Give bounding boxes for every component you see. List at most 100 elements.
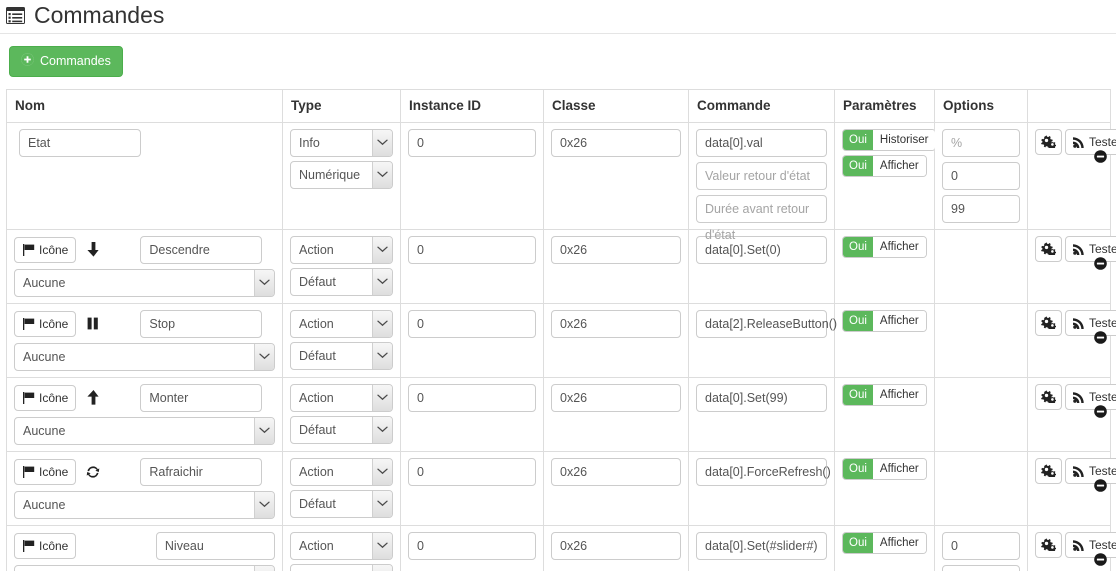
toggle-afficher[interactable]: Oui Afficher: [842, 383, 927, 406]
classe-input[interactable]: 0x26: [551, 457, 681, 486]
configure-button[interactable]: [1035, 235, 1062, 262]
option-input-2[interactable]: 99: [942, 194, 1020, 223]
refresh-icon: [85, 465, 101, 479]
cell-nom: Icône Monter Aucune: [6, 377, 283, 452]
subtype-select[interactable]: Défaut: [290, 267, 393, 296]
icone-button[interactable]: Icône: [14, 458, 77, 485]
commande-input[interactable]: data[2].ReleaseButton(): [696, 309, 837, 338]
cell-actions: Tester: [1027, 122, 1116, 230]
type-select[interactable]: Action: [290, 457, 393, 486]
subtype-select[interactable]: Défaut: [290, 415, 393, 444]
toggle-historiser[interactable]: Oui Historiser: [842, 128, 937, 151]
toggle-state: Oui: [843, 129, 873, 150]
type-select[interactable]: Info: [290, 128, 393, 157]
tester-button[interactable]: Tester: [1065, 128, 1116, 155]
name-input[interactable]: Etat: [19, 128, 141, 157]
cell-instance-id: 0: [400, 229, 544, 304]
name-input[interactable]: Stop: [140, 309, 263, 338]
commande-input[interactable]: data[0].Set(#slider#): [696, 531, 827, 560]
toggle-afficher[interactable]: Oui Afficher: [842, 309, 927, 332]
table-body: Etat Info Numérique 0 0x26 data[0].val Valeur …: [6, 122, 1116, 571]
type-select[interactable]: Action: [290, 383, 393, 412]
commande-input[interactable]: data[0].ForceRefresh(): [696, 457, 831, 486]
instance-id-input[interactable]: 0: [408, 309, 536, 338]
remove-commande-button[interactable]: [1094, 552, 1107, 566]
toggle-label: Afficher: [872, 310, 926, 331]
configure-button[interactable]: [1035, 531, 1062, 558]
commande-input[interactable]: data[0].val: [696, 128, 827, 157]
subtype-select[interactable]: Défaut: [290, 341, 393, 370]
remove-commande-button[interactable]: [1094, 404, 1107, 418]
icone-button[interactable]: Icône: [14, 236, 77, 263]
icone-button[interactable]: Icône: [14, 310, 77, 337]
tester-button[interactable]: Tester: [1065, 383, 1116, 410]
type-select[interactable]: Action: [290, 309, 393, 338]
nom-sub-select-value: Aucune: [23, 497, 66, 512]
cell-parametres: Oui Afficher: [834, 377, 935, 452]
add-commande-button[interactable]: Commandes: [9, 46, 123, 77]
toggle-afficher[interactable]: Oui Afficher: [842, 531, 927, 554]
nom-sub-select[interactable]: Aucune: [14, 490, 275, 519]
minus-circle-icon: [1094, 404, 1107, 418]
tester-button[interactable]: Tester: [1065, 457, 1116, 484]
nom-sub-select[interactable]: Aucune: [14, 342, 275, 371]
classe-input[interactable]: 0x26: [551, 531, 681, 560]
classe-input[interactable]: 0x26: [551, 309, 681, 338]
configure-button[interactable]: [1035, 457, 1062, 484]
classe-input[interactable]: 0x26: [551, 128, 681, 157]
option-input-1[interactable]: 99: [942, 564, 1020, 571]
subtype-select[interactable]: Défaut: [290, 489, 393, 518]
tester-button[interactable]: Tester: [1065, 309, 1116, 336]
subtype-select[interactable]: Numérique: [290, 160, 393, 189]
chevron-down-icon: [254, 417, 274, 444]
type-select[interactable]: Action: [290, 235, 393, 264]
flag-icon: [22, 465, 35, 478]
toggle-state: Oui: [843, 155, 873, 176]
signal-rss-icon: [1073, 136, 1085, 148]
name-input[interactable]: Rafraichir: [140, 457, 263, 486]
instance-id-input[interactable]: 0: [408, 531, 536, 560]
option-input-0[interactable]: 0: [942, 531, 1020, 560]
name-input[interactable]: Monter: [140, 383, 263, 412]
nom-sub-select[interactable]: Etat: [14, 564, 275, 571]
configure-button[interactable]: [1035, 383, 1062, 410]
cell-nom: Icône Niveau Etat: [6, 525, 283, 571]
toggle-afficher[interactable]: Oui Afficher: [842, 235, 927, 258]
commande-extra-input-0[interactable]: Valeur retour d'état: [696, 161, 827, 190]
subtype-select[interactable]: Curseur: [290, 563, 393, 571]
cell-type: Action Défaut: [282, 377, 401, 452]
cell-options: [934, 377, 1028, 452]
configure-button[interactable]: [1035, 309, 1062, 336]
toggle-afficher[interactable]: Oui Afficher: [842, 154, 927, 177]
cell-actions: Tester: [1027, 377, 1116, 452]
classe-input[interactable]: 0x26: [551, 235, 681, 264]
name-input[interactable]: Niveau: [155, 531, 275, 560]
instance-id-input[interactable]: 0: [408, 235, 536, 264]
classe-input[interactable]: 0x26: [551, 383, 681, 412]
instance-id-input[interactable]: 0: [408, 128, 536, 157]
tester-button[interactable]: Tester: [1065, 235, 1116, 262]
column-header-commande: Commande: [688, 88, 835, 123]
name-input[interactable]: Descendre: [140, 235, 263, 264]
commande-extra-input-1[interactable]: Durée avant retour d'état: [696, 194, 827, 242]
nom-sub-select[interactable]: Aucune: [14, 268, 275, 297]
icone-button[interactable]: Icône: [14, 532, 77, 559]
instance-id-input[interactable]: 0: [408, 383, 536, 412]
option-input-1[interactable]: 0: [942, 161, 1020, 190]
nom-sub-select[interactable]: Aucune: [14, 416, 275, 445]
tester-button[interactable]: Tester: [1065, 531, 1116, 558]
flag-icon: [22, 391, 35, 404]
icone-button[interactable]: Icône: [14, 384, 77, 411]
commande-input[interactable]: data[0].Set(0): [696, 235, 827, 264]
commande-input[interactable]: data[0].Set(99): [696, 383, 827, 412]
instance-id-input[interactable]: 0: [408, 457, 536, 486]
toggle-afficher[interactable]: Oui Afficher: [842, 457, 927, 480]
configure-button[interactable]: [1035, 128, 1062, 155]
type-select[interactable]: Action: [290, 531, 393, 560]
remove-commande-button[interactable]: [1094, 478, 1107, 492]
remove-commande-button[interactable]: [1094, 330, 1107, 344]
remove-commande-button[interactable]: [1094, 256, 1107, 270]
option-input-0[interactable]: %: [942, 128, 1020, 157]
remove-commande-button[interactable]: [1094, 149, 1107, 163]
page-title-text: Commandes: [34, 1, 165, 28]
